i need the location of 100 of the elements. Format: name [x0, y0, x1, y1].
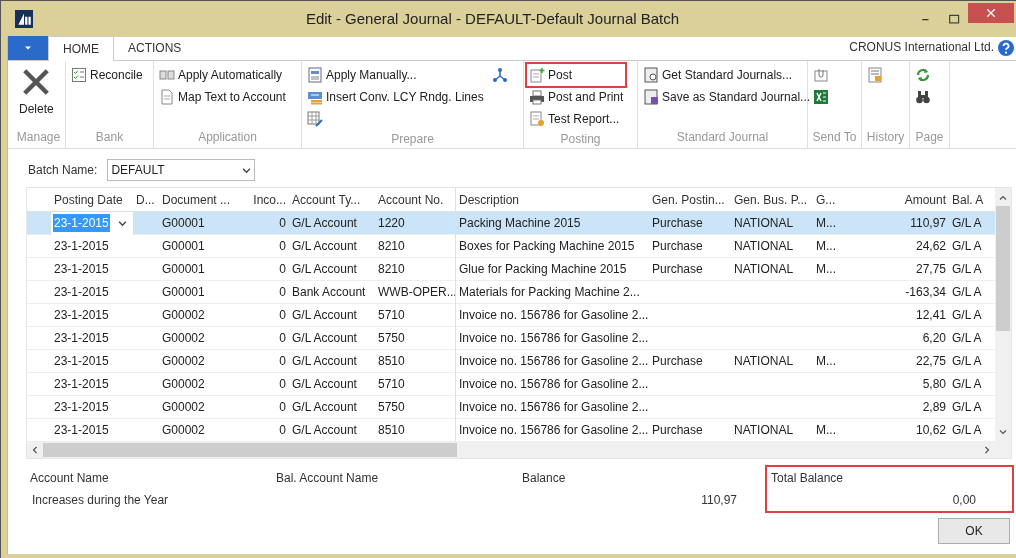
table-cell: G/L Account [292, 261, 357, 276]
column-header[interactable]: Gen. Postin... [649, 190, 731, 209]
table-cell: 5750 [378, 330, 405, 345]
table-cell: NATIONAL [734, 261, 794, 276]
window-title: Edit - General Journal - DEFAULT-Default Journal Batch [304, 8, 681, 29]
ok-button[interactable]: OK [938, 518, 1010, 544]
column-header[interactable]: Bal. A [949, 190, 987, 209]
table-cell: 0 [279, 399, 286, 414]
spreadsheet-icon [813, 89, 829, 105]
table-cell: Purchase [652, 353, 703, 368]
caret-icon [24, 44, 32, 52]
table-cell: G/L Account [292, 353, 357, 368]
journal-icon [643, 67, 659, 83]
table-cell: 23-1-2015 [54, 376, 109, 391]
table-row[interactable]: 23-1-2015 G00001 0 G/L Account 8210 Glue for Packing Machine 2015 Purchase NATIONAL M... 27,75 G/L A [27, 258, 995, 281]
group-label: Send To [811, 129, 858, 146]
table-cell: 0 [279, 215, 286, 230]
columns-icon [159, 67, 175, 83]
table-cell: G00001 [162, 238, 205, 253]
table-cell: 23-1-2015 [54, 284, 109, 299]
table-cell: Glue for Packing Machine 2015 [459, 261, 627, 276]
table-cell: 0 [279, 238, 286, 253]
table-cell: G/L A [952, 353, 982, 368]
column-header[interactable]: D... [133, 190, 159, 209]
table-cell: G/L A [952, 330, 982, 345]
column-header[interactable]: Description [455, 187, 649, 212]
ribbon-button[interactable]: Reconcile [69, 64, 145, 86]
table-cell: G00002 [162, 330, 205, 345]
ribbon-button[interactable]: Post and Print [527, 86, 626, 108]
table-row[interactable]: 23-1-2015 G00002 0 G/L Account 8510 Invoice no. 156786 for Gasoline 2... Purchase NATIONAL M... 10,62 G/L A [27, 419, 995, 442]
table-cell: 23-1-2015 [54, 261, 109, 276]
table-row[interactable]: 23-1-2015 G00002 0 G/L Account 8510 Invoice no. 156786 for Gasoline 2... Purchase NATIONAL M... 22,75 G/L A [27, 350, 995, 373]
scroll-right-icon [983, 446, 991, 454]
table-cell: 12,41 [915, 307, 946, 322]
table-cell: 0 [279, 307, 286, 322]
table-row[interactable]: 23-1-2015 G00002 0 G/L Account 5710 Invoice no. 156786 for Gasoline 2... 5,80 G/L A [27, 373, 995, 396]
ribbon-button[interactable]: Map Text to Account [157, 86, 288, 108]
column-header[interactable]: Account No. [375, 190, 455, 209]
table-cell: 0 [279, 261, 286, 276]
table-cell: NATIONAL [734, 215, 794, 230]
ribbon-button[interactable]: Post [527, 64, 626, 86]
table-row[interactable]: 23-1-2015 G00002 0 G/L Account 5710 Invoice no. 156786 for Gasoline 2... 12,41 G/L A [27, 304, 995, 327]
column-header[interactable]: Account Ty... [289, 190, 375, 209]
group-label: Manage [15, 129, 62, 146]
column-header[interactable]: Posting Date [51, 190, 133, 209]
column-header[interactable]: Document ... [159, 190, 249, 209]
column-header[interactable]: Amount [873, 190, 949, 209]
group-label: Bank [94, 129, 125, 146]
delete-icon [21, 67, 52, 97]
attachment-icon [813, 67, 829, 83]
table-cell: G00001 [162, 261, 205, 276]
table-cell: 24,62 [915, 238, 946, 253]
group-label: Application [197, 129, 258, 146]
ribbon-button[interactable]: Test Report... [527, 108, 626, 130]
exchange-icon [307, 89, 323, 105]
table-cell: Packing Machine 2015 [459, 215, 581, 230]
chevron-down-icon [242, 165, 252, 175]
table-cell: Purchase [652, 422, 703, 437]
checklist-icon [71, 67, 87, 83]
table-cell: G/L A [952, 238, 982, 253]
batch-name-dropdown[interactable]: DEFAULT [107, 159, 256, 181]
delete-button[interactable]: Delete [17, 64, 56, 118]
horizontal-scrollbar[interactable] [27, 442, 1011, 458]
column-header[interactable]: G... [813, 190, 873, 209]
ribbon-tab[interactable]: ACTIONS [114, 36, 196, 60]
table-cell: 23-1-2015 [54, 353, 109, 368]
table-cell: G/L Account [292, 399, 357, 414]
table-cell: 5,80 [922, 376, 946, 391]
table-cell: G/L Account [292, 376, 357, 391]
table-cell: M... [816, 238, 836, 253]
ribbon-button[interactable]: Insert Conv. LCY Rndg. Lines [305, 86, 486, 108]
ribbon-button[interactable]: Apply Automatically [157, 64, 288, 86]
table-row[interactable]: 23-1-2015 G00002 0 G/L Account 5750 Invoice no. 156786 for Gasoline 2... 6,20 G/L A [27, 327, 995, 350]
column-header[interactable]: Inco... [249, 190, 289, 209]
table-row[interactable]: 23-1-2015 G00001 0 G/L Account 1220 Packing Machine 2015 Purchase NATIONAL M... 110,97 G/L A [27, 212, 995, 235]
history-icon [867, 67, 883, 83]
vertical-scrollbar[interactable] [995, 188, 1011, 442]
table-cell: Purchase [652, 238, 703, 253]
document-icon [307, 67, 323, 83]
table-cell: 0 [279, 422, 286, 437]
table-cell: G/L A [952, 399, 982, 414]
column-header[interactable]: Gen. Bus. P... [731, 190, 813, 209]
field-label: Account Name [30, 470, 110, 487]
table-cell: 8510 [378, 353, 405, 368]
table-row[interactable]: 23-1-2015 G00001 0 G/L Account 8210 Boxes for Packing Machine 2015 Purchase NATIONAL M... 24,62 G/L A [27, 235, 995, 258]
ribbon-tab[interactable]: HOME [48, 36, 114, 61]
ribbon-button[interactable]: Apply Manually... [305, 64, 486, 86]
scroll-down-icon [999, 428, 1007, 436]
table-cell: G00001 [162, 215, 205, 230]
table-row[interactable]: 23-1-2015 G00001 0 Bank Account WWB-OPER... Materials for Packing Machine 2... -163,34 G/L A [27, 281, 995, 304]
table-cell: 1220 [378, 215, 405, 230]
scroll-up-icon [999, 194, 1007, 202]
history-button[interactable] [865, 64, 885, 86]
table-cell: Materials for Packing Machine 2... [459, 284, 640, 299]
group-label: Prepare [390, 131, 435, 148]
table-cell: 23-1-2015 [54, 330, 109, 345]
ribbon-button[interactable]: Get Standard Journals... [641, 64, 813, 86]
table-row[interactable]: 23-1-2015 G00002 0 G/L Account 5750 Invoice no. 156786 for Gasoline 2... 2,89 G/L A [27, 396, 995, 419]
ribbon-button[interactable]: Save as Standard Journal... [641, 86, 813, 108]
close-icon [986, 8, 996, 18]
